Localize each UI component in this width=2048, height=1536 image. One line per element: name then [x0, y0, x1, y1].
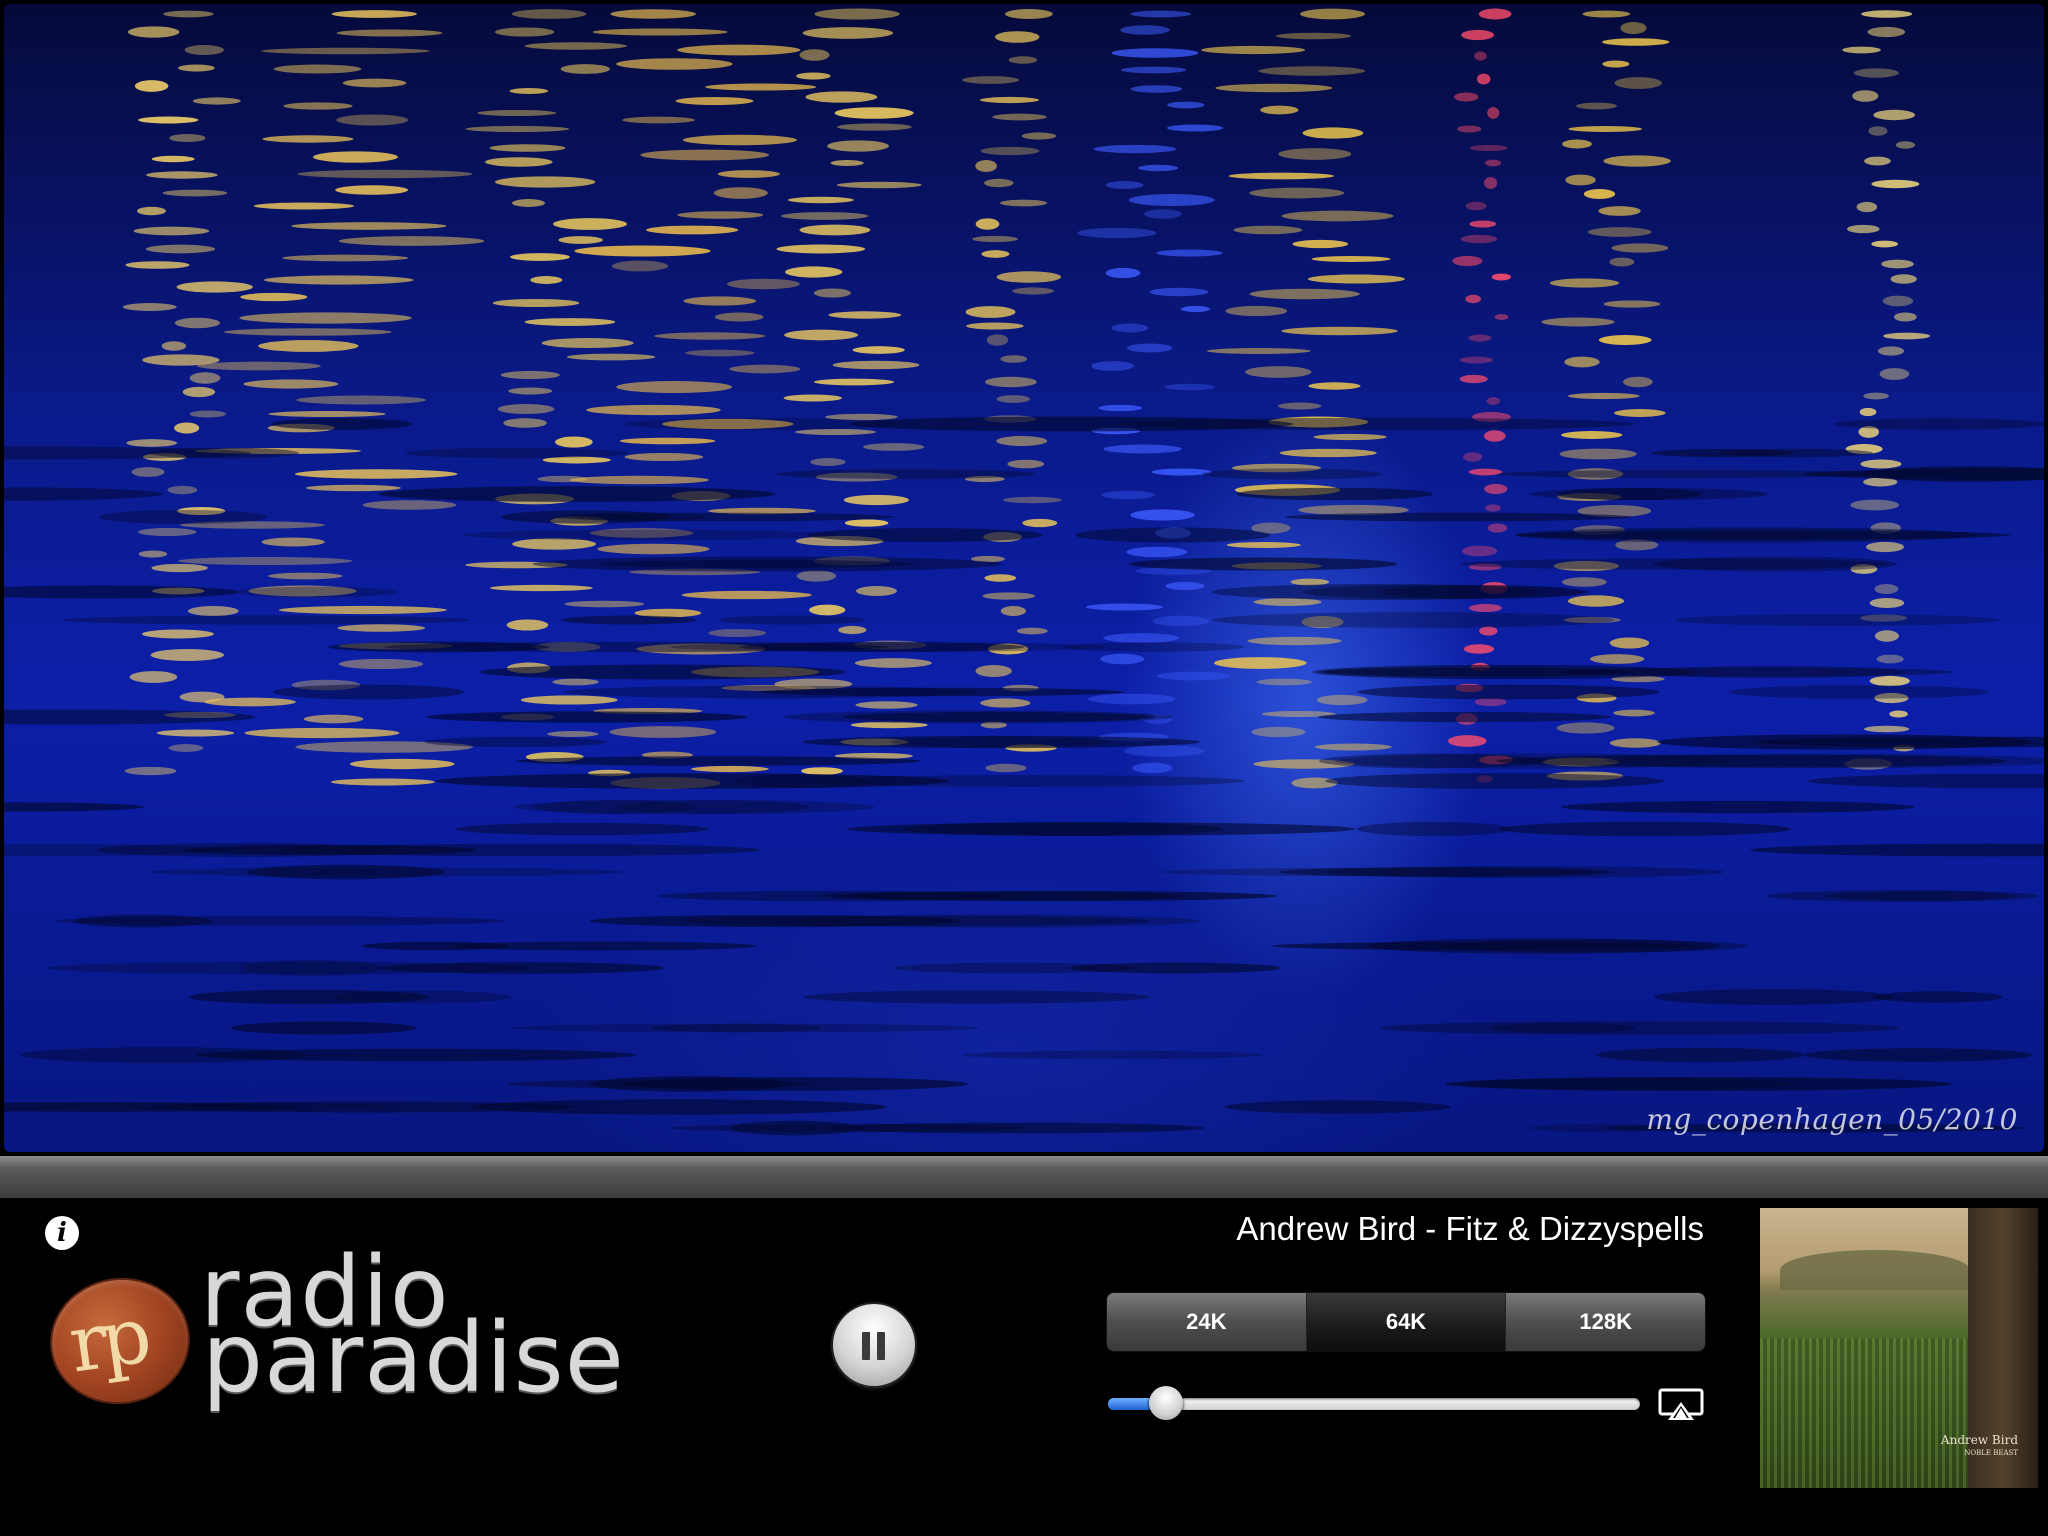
now-playing-title: Andrew Bird - Fitz & Dizzyspells [1236, 1210, 1704, 1247]
radio-paradise-logo: rp radio paradise [44, 1236, 650, 1450]
background-photo: mg_copenhagen_05/2010 [4, 4, 2044, 1152]
control-panel: i rp radio paradise Andrew Bird - Fitz &… [0, 1198, 2048, 1536]
logo-badge: rp [44, 1271, 196, 1411]
photo-credit: mg_copenhagen_05/2010 [1646, 1103, 2018, 1136]
bitrate-128k-button[interactable]: 128K [1506, 1293, 1705, 1351]
water-reflections [4, 8, 2044, 1136]
logo-text-paradise: paradise [202, 1302, 625, 1414]
album-art-title: NOBLE BEAST [1964, 1449, 2018, 1457]
info-icon[interactable]: i [45, 1216, 79, 1250]
album-art-artist: Andrew Bird [1940, 1433, 2018, 1447]
album-art[interactable]: Andrew Bird NOBLE BEAST [1760, 1208, 2038, 1488]
bitrate-selector: 24K 64K 128K [1106, 1292, 1706, 1352]
pause-button[interactable] [833, 1304, 915, 1386]
airplay-icon[interactable] [1658, 1388, 1704, 1422]
bitrate-24k-button[interactable]: 24K [1107, 1293, 1307, 1351]
toolbar-divider [0, 1156, 2048, 1198]
album-art-caption: Andrew Bird NOBLE BEAST [1941, 1434, 2018, 1460]
logo-initials: rp [63, 1290, 151, 1391]
volume-slider[interactable] [1108, 1386, 1640, 1420]
volume-thumb[interactable] [1149, 1386, 1183, 1420]
bitrate-64k-button[interactable]: 64K [1306, 1293, 1507, 1351]
